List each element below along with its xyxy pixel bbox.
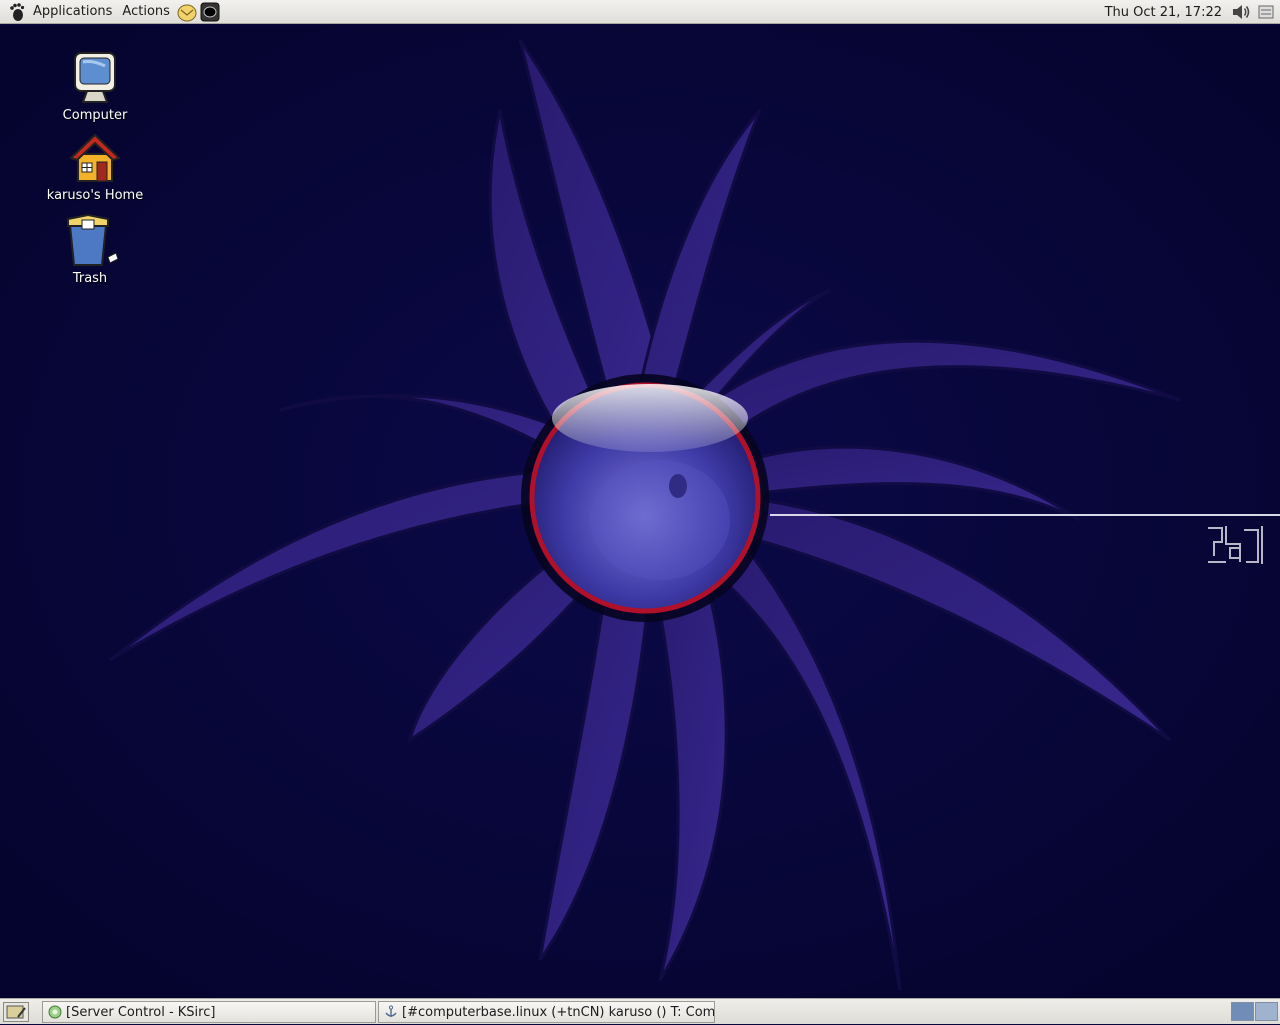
bottom-panel: [Server Control - KSirc] [#computerbase.… <box>0 998 1280 1024</box>
desktop-icon-label: Trash <box>72 271 108 286</box>
gnome-foot-icon[interactable] <box>6 1 28 23</box>
home-icon <box>69 133 121 182</box>
terminal-launcher-icon[interactable] <box>199 1 221 23</box>
applications-menu[interactable]: Applications <box>28 0 117 24</box>
taskbar-button-irc-channel[interactable]: [#computerbase.linux (+tnCN) karuso () T… <box>378 1001 715 1023</box>
desktop-icon-trash[interactable]: Trash <box>35 213 145 286</box>
desktop-wallpaper <box>0 25 1280 998</box>
workspace-1[interactable] <box>1231 1002 1254 1021</box>
taskbar-button-label: [#computerbase.linux (+tnCN) karuso () T… <box>402 1004 714 1020</box>
anchor-icon <box>385 1005 397 1017</box>
show-desktop-icon <box>6 1005 26 1019</box>
show-desktop-button[interactable] <box>3 1002 29 1022</box>
desktop-icon-label: Computer <box>62 108 128 123</box>
taskbar-button-server-control[interactable]: [Server Control - KSirc] <box>42 1001 376 1023</box>
ksirc-icon <box>48 1005 62 1019</box>
desktop-line <box>770 514 1280 516</box>
mail-launcher-icon[interactable] <box>176 1 198 23</box>
workspace-2[interactable] <box>1255 1002 1278 1021</box>
volume-icon[interactable] <box>1230 1 1252 23</box>
actions-menu[interactable]: Actions <box>117 0 175 24</box>
desktop-icon-label: karuso's Home <box>46 188 144 203</box>
desktop-icon-home[interactable]: karuso's Home <box>40 130 150 203</box>
clock[interactable]: Thu Oct 21, 17:22 <box>1097 5 1230 20</box>
top-panel: Applications Actions Thu Oct 21, 17:22 <box>0 0 1280 24</box>
workspace-switcher <box>1230 1002 1278 1021</box>
wallpaper-logo-icon <box>1208 526 1263 564</box>
computer-icon <box>74 52 116 103</box>
desktop-icon-computer[interactable]: Computer <box>40 50 150 123</box>
trash-icon <box>67 213 119 266</box>
tray-icon[interactable] <box>1258 5 1274 19</box>
taskbar-button-label: [Server Control - KSirc] <box>66 1004 216 1020</box>
